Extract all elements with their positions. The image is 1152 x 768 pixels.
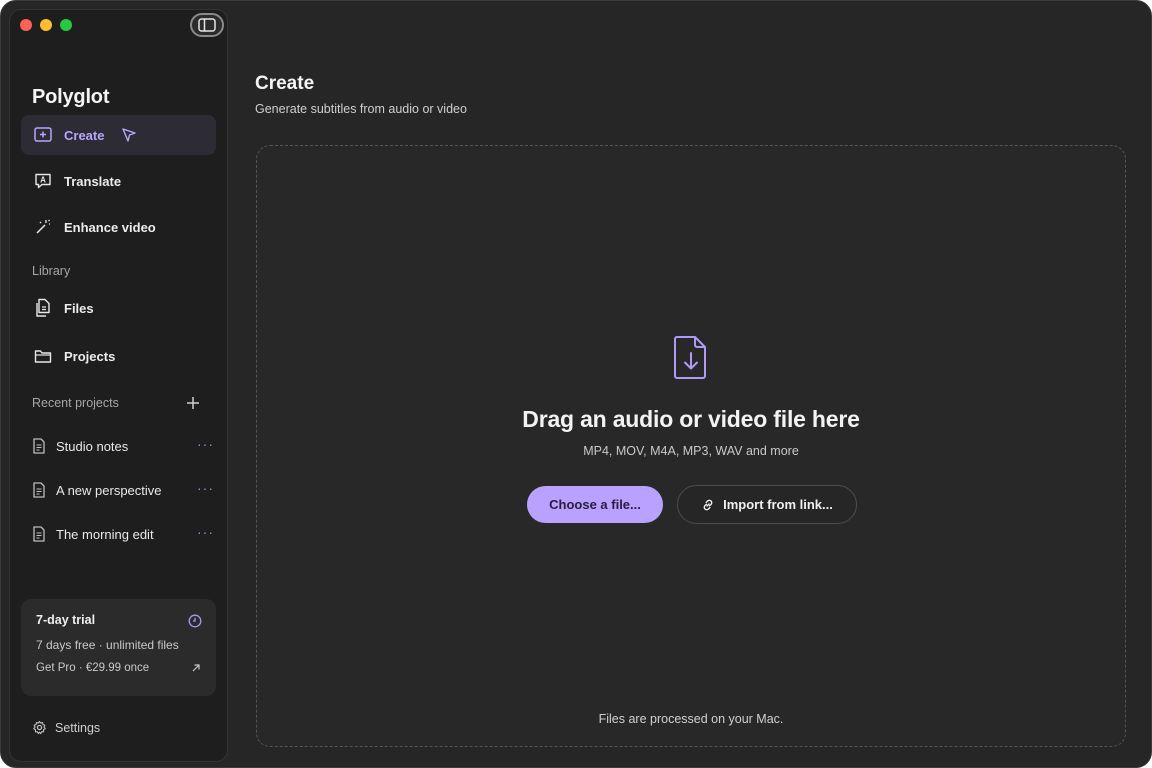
nav-item-translate[interactable]: A Translate bbox=[21, 161, 216, 201]
more-options-button[interactable]: ··· bbox=[197, 436, 214, 452]
nav-item-label: Create bbox=[64, 127, 105, 143]
minimize-window-button[interactable] bbox=[40, 19, 52, 31]
get-pro-link[interactable]: Get Pro · €29.99 once bbox=[36, 662, 201, 674]
sidebar: Polyglot Create A Translate Enhance vide… bbox=[9, 9, 228, 762]
page-title: Create bbox=[255, 73, 315, 94]
more-options-button[interactable]: ··· bbox=[197, 524, 214, 540]
arrow-up-right-icon bbox=[191, 662, 201, 674]
import-from-link-label: Import from link... bbox=[723, 497, 833, 512]
get-pro-label: Get Pro · €29.99 once bbox=[36, 662, 150, 674]
recent-project-item[interactable]: A new perspective ··· bbox=[32, 478, 216, 502]
nav-item-projects[interactable]: Projects bbox=[21, 336, 216, 376]
nav-item-files[interactable]: Files bbox=[21, 288, 216, 328]
plus-icon bbox=[187, 397, 199, 409]
zoom-window-button[interactable] bbox=[60, 19, 72, 31]
nav-item-label: Enhance video bbox=[64, 219, 156, 235]
page-subtitle: Generate subtitles from audio or video bbox=[255, 102, 467, 116]
translate-bubble-icon: A bbox=[33, 171, 53, 191]
sidebar-toggle-button[interactable] bbox=[190, 13, 224, 37]
recent-projects-label: Recent projects bbox=[32, 396, 119, 410]
document-icon bbox=[32, 526, 46, 542]
sidebar-icon bbox=[198, 18, 216, 32]
recent-project-label: The morning edit bbox=[56, 526, 154, 542]
add-project-button[interactable] bbox=[184, 394, 202, 412]
magic-wand-icon bbox=[33, 217, 53, 237]
svg-text:A: A bbox=[40, 176, 46, 185]
choose-file-button[interactable]: Choose a file... bbox=[527, 486, 663, 523]
folder-icon bbox=[33, 346, 53, 366]
nav-item-label: Files bbox=[64, 300, 94, 316]
document-icon bbox=[32, 438, 46, 454]
document-icon bbox=[32, 482, 46, 498]
nav-item-enhance-video[interactable]: Enhance video bbox=[21, 207, 216, 247]
files-icon bbox=[33, 298, 53, 318]
gear-icon bbox=[32, 720, 47, 735]
settings-button[interactable]: Settings bbox=[32, 720, 100, 735]
trial-subtitle: 7 days free · unlimited files bbox=[36, 638, 179, 652]
file-download-icon bbox=[671, 334, 711, 385]
app-title: Polyglot bbox=[32, 86, 110, 108]
recent-project-label: Studio notes bbox=[56, 438, 129, 454]
plus-square-icon bbox=[33, 125, 53, 145]
library-section-label: Library bbox=[32, 264, 71, 278]
nav-item-label: Translate bbox=[64, 173, 122, 189]
more-options-button[interactable]: ··· bbox=[197, 480, 214, 496]
recent-project-item[interactable]: The morning edit ··· bbox=[32, 522, 216, 546]
clock-icon bbox=[188, 614, 202, 633]
dropzone-title: Drag an audio or video file here bbox=[522, 406, 860, 432]
privacy-note: Files are processed on your Mac. bbox=[598, 712, 784, 726]
window-controls bbox=[20, 19, 72, 31]
recent-project-label: A new perspective bbox=[56, 482, 162, 498]
app-window: Polyglot Create A Translate Enhance vide… bbox=[0, 0, 1152, 768]
file-dropzone[interactable]: Drag an audio or video file here MP4, MO… bbox=[256, 145, 1126, 747]
supported-formats: MP4, MOV, M4A, MP3, WAV and more bbox=[583, 444, 799, 458]
nav-item-create[interactable]: Create bbox=[21, 115, 216, 155]
settings-label: Settings bbox=[55, 720, 101, 735]
import-from-link-button[interactable]: Import from link... bbox=[677, 485, 857, 524]
cursor-icon bbox=[121, 127, 137, 143]
nav-item-label: Projects bbox=[64, 348, 116, 364]
trial-card: 7-day trial 7 days free · unlimited file… bbox=[21, 599, 216, 696]
link-icon bbox=[701, 498, 715, 512]
trial-title: 7-day trial bbox=[36, 613, 96, 627]
recent-project-item[interactable]: Studio notes ··· bbox=[32, 434, 216, 458]
close-window-button[interactable] bbox=[20, 19, 32, 31]
